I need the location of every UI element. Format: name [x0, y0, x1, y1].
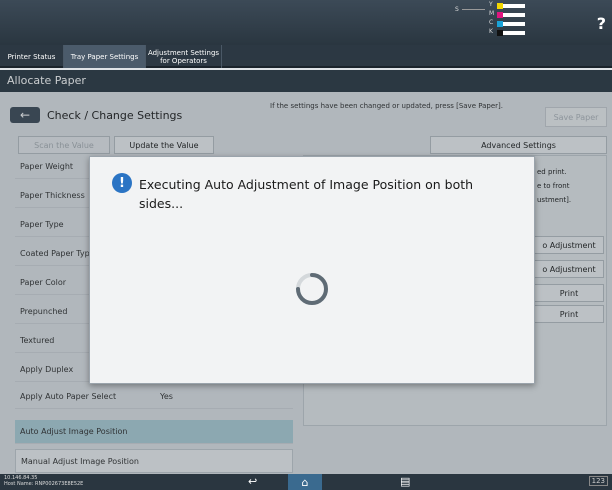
toner-row-k: K: [489, 28, 529, 36]
toner-s-label: S: [455, 6, 459, 13]
tab-bar: Printer Status Tray Paper Settings Adjus…: [0, 45, 612, 68]
top-bar: S Y M C K ?: [0, 0, 612, 45]
screen-icon[interactable]: ▤: [400, 475, 410, 488]
toner-row-c: C: [489, 19, 529, 27]
tab-adjustment-settings[interactable]: Adjustment Settings for Operators: [146, 45, 222, 68]
loading-spinner-icon: [296, 273, 328, 305]
toner-indicator: S Y M C K: [455, 1, 525, 42]
home-button[interactable]: ⌂: [288, 474, 322, 490]
device-info: 10.146.84.35 Host Name: RNP002673E8E52E: [4, 475, 84, 487]
tab-tray-paper-settings[interactable]: Tray Paper Settings: [64, 45, 146, 68]
dialog-message: Executing Auto Adjustment of Image Posit…: [139, 177, 474, 211]
help-icon[interactable]: ?: [597, 14, 606, 33]
progress-dialog: ! Executing Auto Adjustment of Image Pos…: [89, 156, 535, 384]
status-bar: 10.146.84.35 Host Name: RNP002673E8E52E …: [0, 474, 612, 490]
home-icon: ⌂: [301, 475, 309, 489]
toner-row-m: M: [489, 10, 529, 18]
info-icon: !: [112, 173, 132, 193]
tab-printer-status[interactable]: Printer Status: [0, 45, 64, 68]
return-icon[interactable]: ↩: [248, 475, 257, 488]
keyboard-indicator[interactable]: 123: [588, 476, 608, 486]
toner-row-y: Y: [489, 1, 529, 9]
